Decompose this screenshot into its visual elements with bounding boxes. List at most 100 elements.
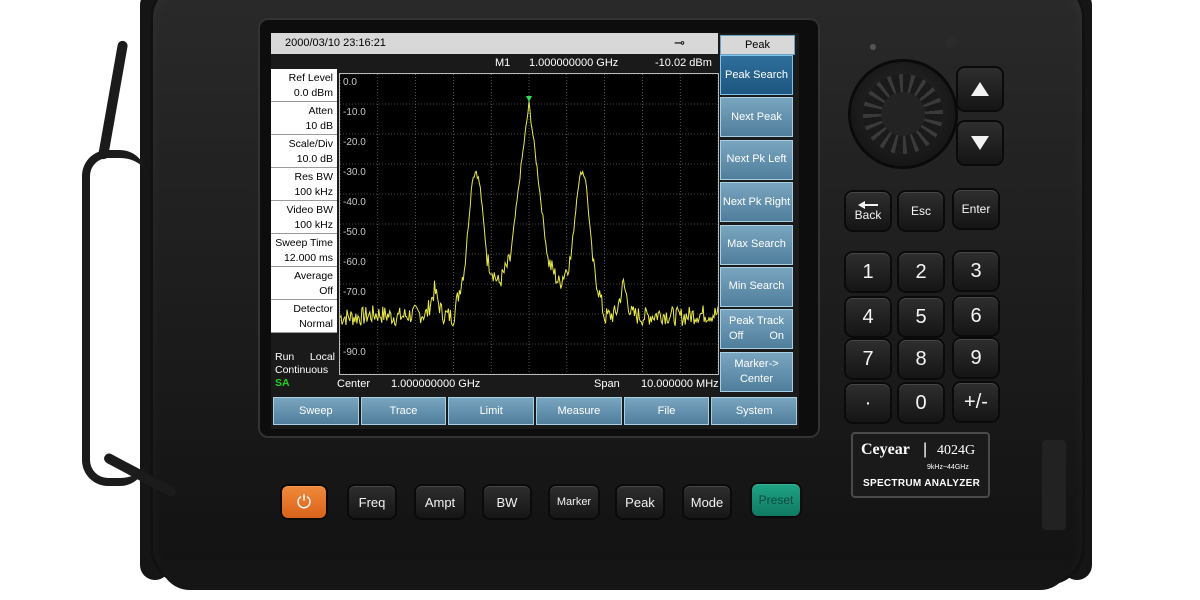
- bottom-bumper: [160, 560, 1070, 590]
- param-label: Res BW: [294, 171, 333, 183]
- param-res-bw[interactable]: Res BW 100 kHz: [271, 168, 337, 201]
- param-label: Atten: [308, 105, 333, 117]
- softkey-next-pk-left[interactable]: Next Pk Left: [720, 139, 793, 180]
- frequency-footer: Center 1.000000000 GHz Span 10.000000 MH…: [337, 376, 719, 392]
- softkey-next-peak[interactable]: Next Peak: [720, 97, 793, 138]
- softkey-peak-track[interactable]: Peak Track Off On: [720, 309, 793, 350]
- menu-file[interactable]: File: [623, 397, 710, 425]
- marker-name: M1: [495, 57, 511, 69]
- mode-label: SA: [275, 377, 290, 389]
- param-atten[interactable]: Atten 10 dB: [271, 102, 337, 135]
- param-value: Normal: [299, 318, 333, 330]
- side-port-cover: [1042, 440, 1066, 530]
- menu-sweep[interactable]: Sweep: [273, 397, 359, 425]
- param-label: Video BW: [286, 204, 334, 216]
- arrow-down-icon: [971, 136, 989, 150]
- param-value: Off: [319, 285, 333, 297]
- softkey-max-search[interactable]: Max Search: [720, 224, 793, 265]
- softkey-label-line2: Center: [739, 372, 774, 385]
- run-label: Run: [275, 351, 295, 363]
- param-label: Detector: [293, 303, 333, 315]
- run-status: Run Local Continuous SA: [275, 351, 339, 390]
- span-value: 10.000000 MHz: [641, 378, 719, 390]
- back-label: Back: [854, 207, 882, 222]
- menu-system[interactable]: System: [711, 397, 798, 425]
- menu-title: Peak: [720, 35, 795, 55]
- hand-strap-upper: [97, 40, 129, 160]
- y-tick-label: -60.0: [343, 257, 366, 268]
- key-1[interactable]: 1: [846, 253, 890, 291]
- softkey-next-pk-right[interactable]: Next Pk Right: [720, 182, 793, 223]
- menu-measure[interactable]: Measure: [536, 397, 622, 425]
- key-0[interactable]: 0: [899, 384, 943, 422]
- model-number: 4024G: [937, 443, 976, 458]
- ampt-button[interactable]: Ampt: [416, 486, 464, 518]
- softkey-marker-to-center[interactable]: Marker-> Center: [720, 351, 793, 392]
- preset-button[interactable]: Preset: [752, 484, 800, 516]
- enter-key[interactable]: Enter: [954, 190, 998, 228]
- spectrum-chart: 0.0 -10.0 -20.0 -30.0 -40.0 -50.0 -60.0 -70.0 -9…: [340, 74, 718, 374]
- softkey-min-search[interactable]: Min Search: [720, 266, 793, 307]
- peak-track-on: On: [769, 330, 784, 343]
- light-sensor: [945, 36, 957, 48]
- power-button[interactable]: ⏻: [282, 486, 326, 518]
- softkey-label: Max Search: [727, 238, 786, 251]
- param-value: 10.0 dB: [296, 153, 333, 165]
- marker-frequency: 1.000000000 GHz: [529, 57, 619, 69]
- span-label: Span: [594, 378, 620, 390]
- display-screen: 2000/03/10 23:16:21 ⊸ Peak M1 1.00000000…: [271, 33, 799, 429]
- peak-button[interactable]: Peak: [617, 486, 663, 518]
- key-6[interactable]: 6: [954, 297, 998, 335]
- param-value: 100 kHz: [294, 186, 333, 198]
- y-tick-label: -70.0: [343, 287, 366, 298]
- key-7[interactable]: 7: [846, 340, 890, 378]
- param-scale-div[interactable]: Scale/Div 10.0 dB: [271, 135, 337, 168]
- key-dot[interactable]: ·: [846, 384, 890, 422]
- rotary-knob[interactable]: [851, 62, 955, 166]
- key-3[interactable]: 3: [954, 252, 998, 290]
- indicator-led: [870, 44, 876, 50]
- key-5[interactable]: 5: [899, 298, 943, 336]
- param-value: 0.0 dBm: [293, 87, 333, 99]
- status-bar: 2000/03/10 23:16:21 ⊸: [271, 33, 718, 54]
- softkey-label: Marker->: [734, 357, 779, 370]
- y-tick-label: 0.0: [343, 77, 357, 88]
- param-sweep-time[interactable]: Sweep Time 12.000 ms: [271, 234, 337, 267]
- continuous-label: Continuous: [275, 364, 329, 376]
- menu-limit[interactable]: Limit: [448, 397, 535, 425]
- softkey-peak-search[interactable]: Peak Search: [720, 55, 793, 95]
- marker-button[interactable]: Marker: [550, 486, 598, 518]
- param-average[interactable]: Average Off: [271, 267, 337, 300]
- arrow-up-key[interactable]: [958, 68, 1002, 110]
- center-value: 1.000000000 GHz: [391, 378, 481, 390]
- softkey-label: Peak Track: [728, 315, 785, 328]
- marker-m1-icon[interactable]: [526, 96, 532, 103]
- back-key[interactable]: Back: [846, 192, 890, 230]
- param-label: Scale/Div: [288, 138, 333, 150]
- y-tick-label: -40.0: [343, 197, 366, 208]
- plug-icon: ⊸: [674, 35, 685, 50]
- key-plus-minus[interactable]: +/-: [954, 383, 998, 421]
- key-8[interactable]: 8: [899, 340, 943, 378]
- y-tick-label: -50.0: [343, 227, 366, 238]
- key-9[interactable]: 9: [954, 339, 998, 377]
- param-ref-level[interactable]: Ref Level 0.0 dBm: [271, 69, 337, 102]
- arrow-up-icon: [971, 82, 989, 96]
- spectrum-plot[interactable]: 0.0 -10.0 -20.0 -30.0 -40.0 -50.0 -60.0 -70.0 -9…: [339, 73, 719, 375]
- brand-plate: Ceyear | 4024G 9kHz~44GHz SPECTRUM ANALY…: [851, 432, 990, 498]
- key-4[interactable]: 4: [846, 298, 890, 336]
- param-detector[interactable]: Detector Normal: [271, 300, 337, 333]
- freq-button[interactable]: Freq: [349, 486, 395, 518]
- arrow-down-key[interactable]: [958, 122, 1002, 164]
- menu-trace[interactable]: Trace: [360, 397, 447, 425]
- esc-key[interactable]: Esc: [899, 192, 943, 230]
- bw-button[interactable]: BW: [484, 486, 530, 518]
- key-2[interactable]: 2: [899, 253, 943, 291]
- param-label: Sweep Time: [275, 237, 333, 249]
- param-video-bw[interactable]: Video BW 100 kHz: [271, 201, 337, 234]
- param-value: 10 dB: [305, 120, 333, 132]
- mode-button[interactable]: Mode: [684, 486, 730, 518]
- param-value: 100 kHz: [294, 219, 333, 231]
- center-label: Center: [337, 378, 371, 390]
- softkey-label: Next Pk Right: [722, 195, 791, 208]
